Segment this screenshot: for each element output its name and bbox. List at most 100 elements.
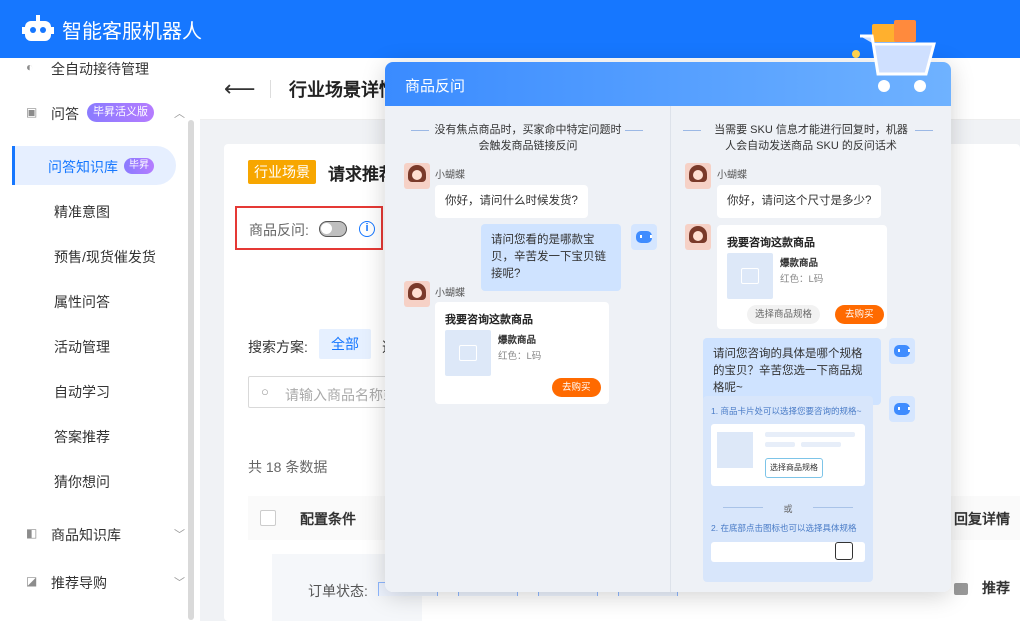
sidebar-item-learning[interactable]: 自动学习 — [0, 371, 190, 411]
spec-guide: 1. 商品卡片处可以选择您要咨询的规格~ 选择商品规格 或 2. 在底部点击图标… — [703, 396, 873, 582]
placeholder-line — [801, 442, 841, 447]
buy-button[interactable]: 去购买 — [835, 305, 884, 324]
sidebar-item-label: 全自动接待管理 — [51, 61, 149, 77]
filter-chip-all[interactable]: 全部 — [319, 329, 371, 359]
sidebar-item-label: 活动管理 — [54, 339, 110, 355]
sidebar-item-product-kb[interactable]: ◧ 商品知识库 ﹀ — [0, 514, 190, 554]
placeholder-line — [765, 442, 795, 447]
sidebar: ◐ 全自动接待管理 ▣ 问答 毕昇活义版 ︿ 问答知识库 毕昇 精准意图 预售/… — [0, 58, 200, 621]
search-input[interactable]: ○ 请输入商品名称或 — [248, 376, 408, 408]
sidebar-item-label: 答案推荐 — [54, 429, 110, 445]
user-name: 小蝴蝶 — [435, 288, 465, 299]
info-icon[interactable]: i — [359, 221, 375, 237]
sidebar-item-qa-knowledge[interactable]: 问答知识库 毕昇 — [0, 146, 190, 186]
page-title: 行业场景详情 — [289, 80, 397, 100]
product-card: 我要咨询这款商品 爆款商品 红色：L码 选择商品规格 去购买 — [717, 225, 887, 329]
user-name: 小蝴蝶 — [435, 170, 465, 181]
scene-tag: 行业场景 — [248, 160, 316, 184]
sidebar-item-label: 商品知识库 — [51, 527, 121, 543]
chevron-down-icon: ﹀ — [174, 577, 185, 589]
sidebar-item-label: 问答 — [51, 106, 79, 122]
heading-line — [625, 130, 643, 131]
placeholder-line — [765, 432, 855, 437]
image-placeholder-icon — [445, 330, 491, 376]
sidebar-item-intent[interactable]: 精准意图 — [0, 191, 190, 231]
guide-step-2: 2. 在底部点击图标也可以选择具体规格 — [711, 523, 857, 533]
guide-product-card: 选择商品规格 — [711, 424, 865, 486]
reply-detail[interactable]: 推荐 — [954, 578, 1010, 598]
product-card-title: 我要咨询这款商品 — [727, 237, 815, 249]
sidebar-item-attribute[interactable]: 属性问答 — [0, 281, 190, 321]
sidebar-item-label: 预售/现货催发货 — [54, 249, 156, 265]
product-card: 我要咨询这款商品 爆款商品 红色：L码 去购买 — [435, 302, 609, 404]
bot-avatar — [631, 224, 657, 250]
select-spec-button[interactable]: 选择商品规格 — [747, 305, 821, 324]
back-arrow-icon[interactable]: ⟵ — [224, 76, 256, 102]
column-condition: 配置条件 — [300, 511, 356, 527]
example-heading: 没有焦点商品时，买家命中特定问题时会触发商品链接反问 — [434, 124, 622, 152]
palette-icon: ◐ — [26, 60, 34, 74]
sidebar-item-auto-reception[interactable]: ◐ 全自动接待管理 — [0, 48, 190, 88]
version-badge: 毕昇活义版 — [87, 103, 154, 122]
order-status-label: 订单状态: — [308, 583, 368, 599]
bot-avatar — [889, 396, 915, 422]
sidebar-item-guess[interactable]: 猜你想问 — [0, 461, 190, 501]
popover-title: 商品反问 — [405, 78, 466, 95]
user-name: 小蝴蝶 — [717, 170, 747, 181]
guide-select-button: 选择商品规格 — [765, 458, 823, 478]
product-question-toggle-box: 商品反问: i — [235, 206, 383, 250]
chat-icon: ▣ — [26, 105, 38, 119]
product-question-switch[interactable] — [319, 221, 347, 237]
guide-step-1: 1. 商品卡片处可以选择您要咨询的规格~ — [711, 406, 862, 416]
select-all-checkbox[interactable] — [260, 510, 276, 526]
chevron-up-icon: ︿ — [174, 108, 185, 120]
sidebar-item-label: 推荐导购 — [51, 575, 107, 591]
reply-text: 推荐 — [982, 580, 1010, 596]
heading-line — [915, 130, 933, 131]
app-title: 智能客服机器人 — [62, 21, 202, 43]
sidebar-item-guide[interactable]: ◪ 推荐导购 ﹀ — [0, 562, 190, 602]
shopping-bag-icon — [835, 542, 853, 560]
bag-icon: ◧ — [26, 526, 38, 540]
bot-avatar — [889, 338, 915, 364]
divider — [270, 80, 271, 98]
guide-or: 或 — [783, 504, 793, 514]
user-message: 你好，请问什么时候发货? — [435, 185, 588, 218]
product-spec: 红色：L码 — [780, 274, 824, 285]
user-avatar — [685, 224, 711, 250]
buy-button[interactable]: 去购买 — [552, 378, 601, 397]
version-badge: 毕昇 — [124, 158, 154, 174]
heading-line — [411, 130, 429, 131]
user-avatar — [685, 163, 711, 189]
sidebar-item-shipping[interactable]: 预售/现货催发货 — [0, 236, 190, 276]
bot-message: 请问您咨询的具体是哪个规格的宝贝？辛苦您选一下商品规格呢~ — [703, 338, 881, 405]
search-icon: ○ — [261, 384, 269, 399]
sidebar-item-label: 问答知识库 — [48, 159, 118, 175]
record-count: 共 18 条数据 — [248, 459, 328, 475]
sidebar-item-answer-rec[interactable]: 答案推荐 — [0, 416, 190, 456]
sidebar-item-qa[interactable]: ▣ 问答 毕昇活义版 ︿ — [0, 93, 190, 133]
example-sku: 当需要 SKU 信息才能进行回复时，机器人会自动发送商品 SKU 的反问话术 小… — [671, 106, 951, 592]
chevron-down-icon: ﹀ — [174, 529, 185, 541]
sidebar-item-activity[interactable]: 活动管理 — [0, 326, 190, 366]
image-placeholder-icon — [727, 253, 773, 299]
sidebar-item-label: 属性问答 — [54, 294, 110, 310]
robot-logo-icon — [22, 15, 54, 41]
heading-line — [683, 130, 701, 131]
sidebar-item-label: 精准意图 — [54, 204, 110, 220]
product-name: 爆款商品 — [498, 335, 537, 346]
sidebar-item-label: 猜你想问 — [54, 474, 110, 490]
message-icon — [954, 583, 968, 596]
scheme-label: 搜索方案: — [248, 339, 308, 355]
user-avatar — [404, 281, 430, 307]
toggle-label: 商品反问: — [249, 222, 309, 238]
product-question-popover: 商品反问 没有焦点商品时，买家命中特定问题时会触发商品链接反问 小蝴蝶 你好，请… — [385, 62, 951, 592]
example-no-focus: 没有焦点商品时，买家命中特定问题时会触发商品链接反问 小蝴蝶 你好，请问什么时候… — [385, 106, 670, 592]
guide-input-bar — [711, 542, 865, 562]
product-card-title: 我要咨询这款商品 — [445, 314, 533, 326]
mail-icon: ◪ — [26, 574, 38, 588]
product-name: 爆款商品 — [780, 258, 819, 269]
user-message: 你好，请问这个尺寸是多少? — [717, 185, 882, 218]
shopping-cart-illustration-icon — [852, 20, 936, 92]
column-reply: 回复详情 — [954, 511, 1010, 527]
